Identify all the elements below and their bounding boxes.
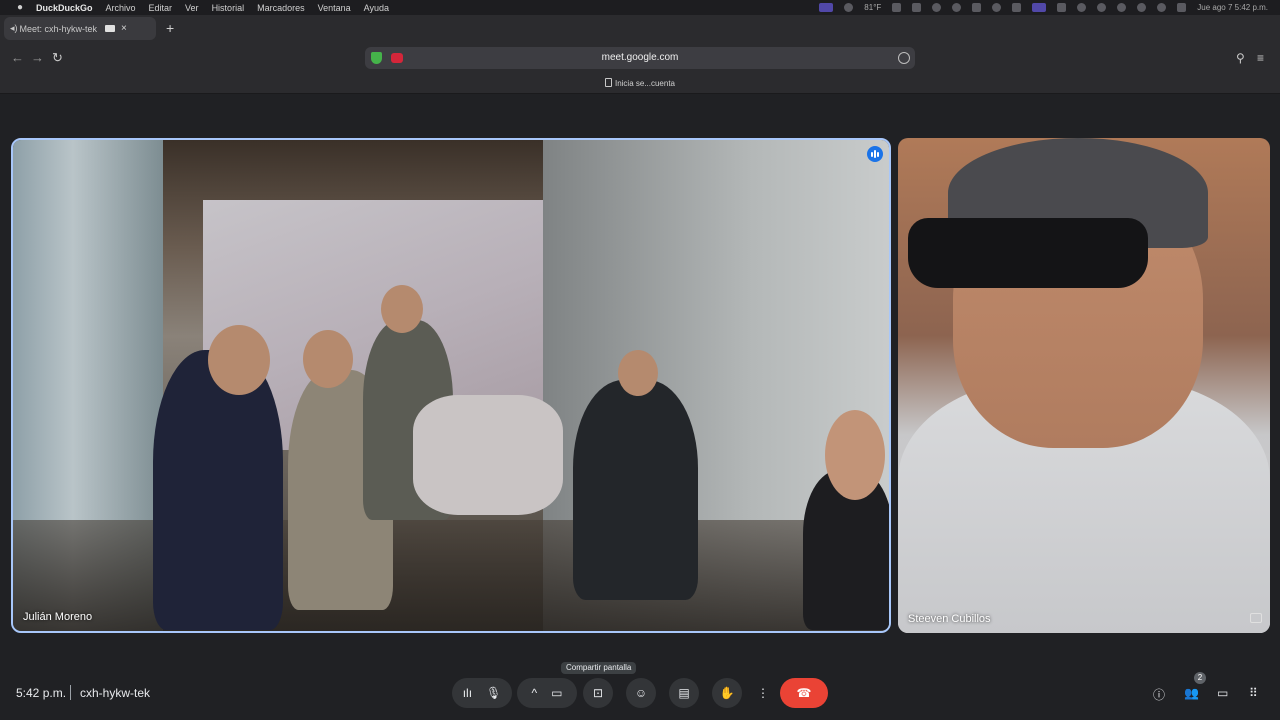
back-button[interactable]: ← bbox=[11, 50, 24, 65]
forward-button[interactable]: → bbox=[31, 50, 44, 65]
browser-tab-bar: ◂) Meet: cxh-hykw-tek × + bbox=[0, 15, 1280, 42]
camera-control-group: ^ ▭ bbox=[517, 678, 577, 708]
menubar-clock[interactable]: Jue ago 7 5:42 p.m. bbox=[1197, 3, 1268, 12]
participant-face bbox=[381, 285, 423, 333]
participant-face bbox=[208, 325, 270, 395]
macos-menubar: ● DuckDuckGo Archivo Editar Ver Historia… bbox=[0, 0, 1280, 15]
participant-name: Steeven Cubillos bbox=[908, 613, 991, 625]
apple-icon[interactable]: ● bbox=[14, 2, 26, 13]
divider bbox=[70, 685, 71, 700]
screen-record-icon[interactable] bbox=[1032, 3, 1047, 12]
wifi-icon[interactable] bbox=[1137, 3, 1147, 12]
menu-editar[interactable]: Editar bbox=[149, 3, 173, 13]
tab-title: Meet: cxh-hykw-tek bbox=[19, 23, 98, 34]
mic-control-group: ılı 🎙 bbox=[452, 678, 512, 708]
menu-app-name[interactable]: DuckDuckGo bbox=[36, 3, 93, 13]
status-icon-4[interactable] bbox=[952, 3, 962, 12]
participant-figure bbox=[573, 380, 698, 600]
user-icon[interactable] bbox=[1117, 3, 1127, 12]
people-count-badge: 2 bbox=[1194, 672, 1206, 684]
motorcycle bbox=[413, 395, 563, 515]
people-icon[interactable]: 👥 bbox=[1184, 686, 1199, 700]
menu-ayuda[interactable]: Ayuda bbox=[364, 3, 389, 13]
more-options-button[interactable]: ⋮ bbox=[748, 678, 778, 708]
status-icon-9[interactable] bbox=[1097, 3, 1107, 12]
bluetooth-icon[interactable] bbox=[1012, 3, 1022, 12]
temperature-readout[interactable]: 81°F bbox=[864, 3, 881, 12]
control-center-icon[interactable] bbox=[1177, 3, 1187, 12]
speaking-indicator-icon bbox=[867, 146, 883, 162]
status-icon-1[interactable] bbox=[892, 3, 902, 12]
status-icon-5[interactable] bbox=[972, 3, 982, 12]
close-tab-icon[interactable]: × bbox=[121, 23, 127, 34]
spotlight-search-icon[interactable] bbox=[1157, 3, 1167, 12]
tooltip-share-screen: Compartir pantalla bbox=[561, 662, 637, 674]
tab-meet[interactable]: ◂) Meet: cxh-hykw-tek × bbox=[4, 17, 156, 40]
weather-icon[interactable] bbox=[844, 3, 854, 12]
menu-archivo[interactable]: Archivo bbox=[106, 3, 136, 13]
participant-figure bbox=[153, 350, 283, 630]
bookmarks-bar: Inicia se...cuenta bbox=[0, 74, 1280, 94]
activities-icon[interactable]: ⠿ bbox=[1249, 686, 1258, 700]
raise-hand-button[interactable]: ✋ bbox=[712, 678, 742, 708]
end-call-button[interactable]: ☎ bbox=[780, 678, 828, 708]
speaker-icon[interactable]: ◂) bbox=[10, 23, 18, 34]
bookmark-icon bbox=[604, 78, 612, 87]
meeting-info-icon[interactable]: ⓘ bbox=[1153, 686, 1165, 703]
new-tab-button[interactable]: + bbox=[166, 20, 174, 36]
menu-marcadores[interactable]: Marcadores bbox=[257, 3, 305, 13]
participant-sunglasses bbox=[908, 218, 1148, 288]
floor bbox=[13, 520, 889, 631]
audio-level-icon[interactable]: ılı bbox=[463, 686, 472, 700]
menu-ver[interactable]: Ver bbox=[185, 3, 199, 13]
share-icon[interactable] bbox=[898, 52, 910, 64]
status-icon-2[interactable] bbox=[912, 3, 922, 12]
participant-face bbox=[618, 350, 658, 396]
camera-in-use-icon bbox=[105, 25, 116, 32]
meeting-clock: 5:42 p.m. bbox=[16, 686, 67, 700]
browser-toolbar: ← → ↻ meet.google.com ⚲ ≡ bbox=[0, 42, 1280, 74]
status-icon-8[interactable] bbox=[1077, 3, 1087, 12]
chevron-up-icon[interactable]: ^ bbox=[532, 686, 538, 700]
reload-button[interactable]: ↻ bbox=[52, 50, 63, 66]
fire-button-icon[interactable]: ⚲ bbox=[1236, 51, 1245, 65]
screen-share-status-icon[interactable] bbox=[819, 3, 834, 12]
microphone-icon[interactable]: 🎙 bbox=[486, 686, 501, 700]
participant-name: Julián Moreno bbox=[23, 611, 93, 623]
status-icon-7[interactable] bbox=[1057, 3, 1067, 12]
status-icon-6[interactable] bbox=[992, 3, 1002, 12]
video-tile-main[interactable]: Julián Moreno bbox=[11, 138, 891, 633]
menu-icon[interactable]: ≡ bbox=[1257, 51, 1264, 65]
url-text[interactable]: meet.google.com bbox=[365, 52, 915, 63]
captions-button[interactable]: ▤ bbox=[669, 678, 699, 708]
picture-in-picture-icon[interactable] bbox=[1250, 613, 1262, 623]
bookmark-label: Inicia se...cuenta bbox=[614, 79, 676, 88]
menu-ventana[interactable]: Ventana bbox=[318, 3, 351, 13]
share-screen-button[interactable]: ⊡ bbox=[583, 678, 613, 708]
menu-historial[interactable]: Historial bbox=[212, 3, 245, 13]
chat-icon[interactable]: ▭ bbox=[1217, 686, 1228, 700]
address-bar[interactable]: meet.google.com bbox=[365, 47, 915, 69]
menubar-status-area: 81°F Jue ago 7 5:42 p.m. bbox=[819, 0, 1268, 15]
participant-face bbox=[825, 410, 885, 500]
participant-face bbox=[303, 330, 353, 388]
video-tile-side[interactable]: Steeven Cubillos bbox=[898, 138, 1270, 633]
reactions-button[interactable]: ☺ bbox=[626, 678, 656, 708]
status-icon-3[interactable] bbox=[932, 3, 942, 12]
meeting-code: cxh-hykw-tek bbox=[80, 686, 151, 700]
camera-icon[interactable]: ▭ bbox=[551, 686, 562, 700]
bookmark-item[interactable]: Inicia se...cuenta bbox=[0, 78, 1280, 88]
